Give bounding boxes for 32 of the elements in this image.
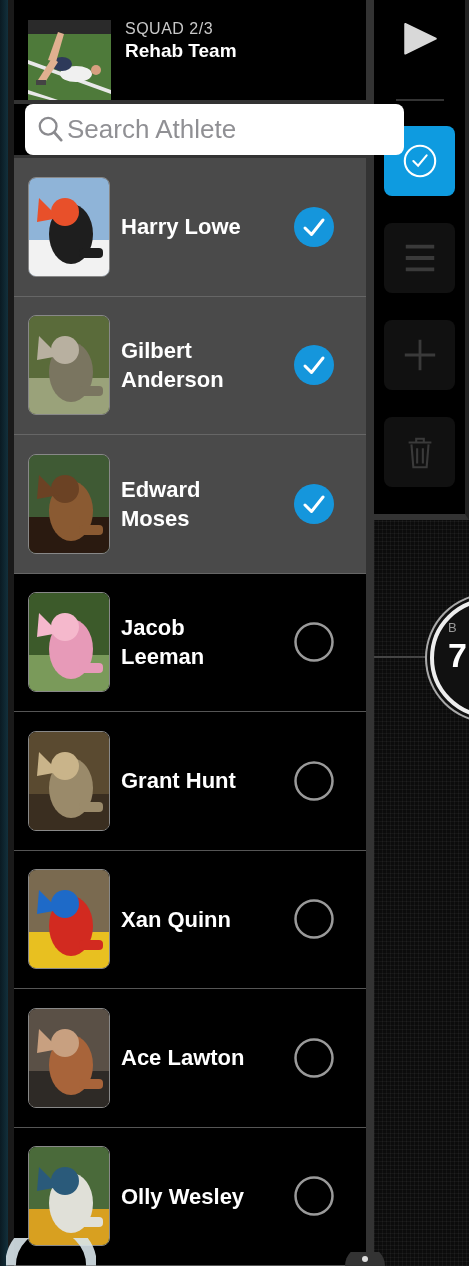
- search-field[interactable]: Search Athlete: [25, 103, 404, 155]
- selected-athlete-row[interactable]: Gilbert Anderson: [14, 296, 366, 435]
- selected-athlete-row[interactable]: Harry Lowe: [14, 158, 366, 297]
- athlete-row[interactable]: Xan Quinn: [14, 850, 366, 989]
- gauge-value: 7: [448, 635, 468, 675]
- empty-circle-icon[interactable]: [294, 1037, 334, 1078]
- athlete-name: Ace Lawton: [121, 1044, 246, 1073]
- empty-circle-icon[interactable]: [294, 622, 334, 663]
- athlete-name: Olly Wesley: [121, 1182, 246, 1211]
- athlete-row[interactable]: Jacob Leeman: [14, 573, 366, 712]
- squad-number: SQUAD 2/3: [125, 20, 215, 38]
- athlete-name: Gilbert Anderson: [121, 337, 225, 395]
- athlete-name: Edward Moses: [121, 475, 202, 533]
- squad-name: Rehab Team: [125, 40, 237, 62]
- athlete-row[interactable]: Olly Wesley: [14, 1127, 366, 1266]
- gauge-label: B: [448, 620, 458, 635]
- play-icon[interactable]: [402, 22, 437, 56]
- checked-circle-icon[interactable]: [294, 345, 334, 386]
- empty-circle-icon[interactable]: [294, 760, 334, 801]
- athlete-name: Xan Quinn: [121, 905, 232, 934]
- info-icon[interactable]: [345, 1252, 385, 1266]
- empty-circle-icon[interactable]: [294, 1176, 334, 1217]
- athlete-row[interactable]: Grant Hunt: [14, 712, 366, 851]
- selected-athlete-row[interactable]: Edward Moses: [14, 435, 366, 574]
- checked-circle-icon[interactable]: [294, 483, 334, 524]
- progress-ring-icon: [6, 1238, 96, 1266]
- athlete-name: Harry Lowe: [121, 213, 242, 242]
- athlete-name: Jacob Leeman: [121, 614, 206, 672]
- checked-circle-icon[interactable]: [294, 206, 334, 247]
- empty-circle-icon[interactable]: [294, 899, 334, 940]
- athlete-name: Grant Hunt: [121, 767, 237, 796]
- athlete-row[interactable]: Ace Lawton: [14, 989, 366, 1128]
